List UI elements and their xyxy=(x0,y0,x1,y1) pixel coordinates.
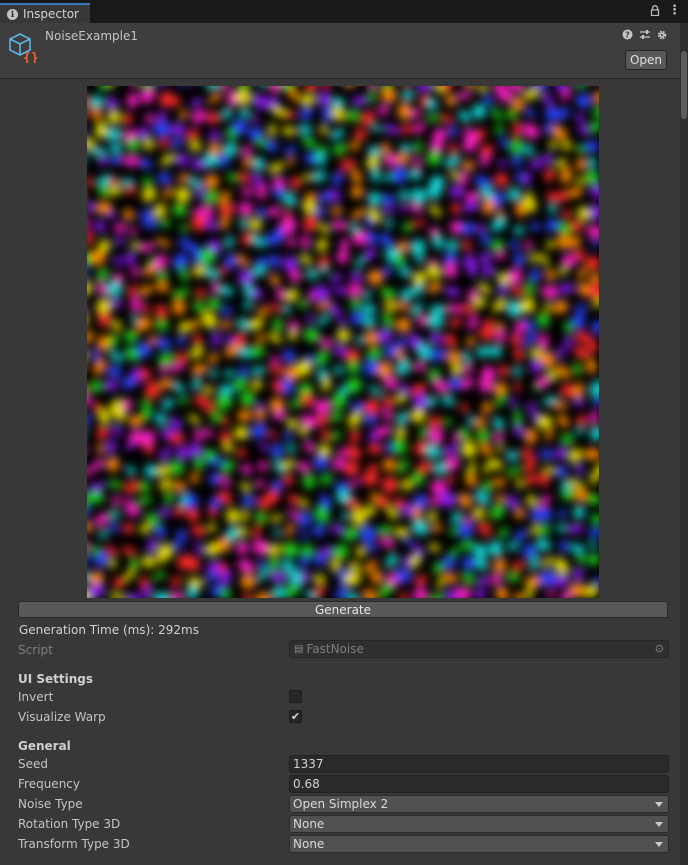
visualize-warp-label: Visualize Warp xyxy=(18,710,106,724)
tab-inspector[interactable]: i Inspector xyxy=(0,3,90,23)
script-asset-icon: {} xyxy=(9,33,39,63)
noise-blob xyxy=(479,376,493,393)
noise-blob xyxy=(538,334,549,350)
rotation-type-label: Rotation Type 3D xyxy=(18,817,121,831)
scrollbar[interactable] xyxy=(680,23,688,865)
dropdown-arrow-icon xyxy=(655,802,663,807)
noise-blob xyxy=(314,552,326,566)
noise-blob xyxy=(524,428,537,445)
tab-label: Inspector xyxy=(23,7,79,21)
info-icon: i xyxy=(7,8,18,20)
noise-blob xyxy=(88,381,104,392)
noise-blob xyxy=(558,283,575,294)
visualize-warp-checkbox[interactable]: ✔ xyxy=(289,710,302,723)
inspector-header: {} NoiseExample1 ? Open xyxy=(0,23,680,79)
asset-name: NoiseExample1 xyxy=(45,29,138,43)
transform-type-dropdown[interactable]: None xyxy=(289,835,669,853)
rotation-type-value: None xyxy=(293,817,325,831)
noise-type-value: Open Simplex 2 xyxy=(293,797,389,811)
ui-settings-header: UI Settings xyxy=(18,672,94,686)
noise-blob xyxy=(155,525,166,539)
noise-blob xyxy=(481,230,489,247)
svg-text:?: ? xyxy=(625,30,630,39)
frequency-field[interactable]: 0.68 xyxy=(289,775,669,793)
noise-type-dropdown[interactable]: Open Simplex 2 xyxy=(289,795,669,813)
noise-blob xyxy=(97,442,104,455)
script-value: FastNoise xyxy=(306,642,364,656)
noise-blob xyxy=(303,474,316,489)
noise-blob xyxy=(158,507,171,517)
seed-field[interactable]: 1337 xyxy=(289,755,669,773)
invert-checkbox[interactable] xyxy=(289,690,302,703)
noise-blob xyxy=(573,505,585,519)
noise-blob xyxy=(482,264,495,277)
noise-blob xyxy=(458,521,474,538)
open-button[interactable]: Open xyxy=(625,50,667,70)
seed-label: Seed xyxy=(18,757,48,771)
general-header: General xyxy=(18,739,71,753)
check-icon: ✔ xyxy=(290,710,301,723)
transform-type-label: Transform Type 3D xyxy=(18,837,130,851)
rotation-type-dropdown[interactable]: None xyxy=(289,815,669,833)
generate-button[interactable]: Generate xyxy=(18,601,668,618)
tab-bar: i Inspector ⋮ xyxy=(0,0,688,23)
transform-type-value: None xyxy=(293,837,325,851)
noise-blob xyxy=(168,461,184,475)
lock-icon[interactable] xyxy=(650,5,660,19)
noise-preview-image xyxy=(87,86,599,598)
object-picker-icon[interactable]: ⊙ xyxy=(655,642,664,655)
generation-time-text: Generation Time (ms): 292ms xyxy=(19,623,199,637)
header-icons: ? xyxy=(621,28,668,41)
script-file-icon: ▤ xyxy=(294,643,304,655)
noise-blob xyxy=(367,443,383,454)
svg-text:{}: {} xyxy=(23,51,39,63)
help-icon[interactable]: ? xyxy=(621,28,634,41)
preset-icon[interactable] xyxy=(638,28,651,41)
noise-type-label: Noise Type xyxy=(18,797,83,811)
invert-label: Invert xyxy=(18,690,54,704)
gear-icon[interactable] xyxy=(655,28,668,41)
script-object-field[interactable]: ▤ FastNoise ⊙ xyxy=(289,640,669,658)
dropdown-arrow-icon xyxy=(655,842,663,847)
scrollbar-thumb[interactable] xyxy=(681,51,687,119)
noise-blob xyxy=(239,201,253,217)
script-label: Script xyxy=(18,643,53,657)
frequency-label: Frequency xyxy=(18,777,80,791)
noise-blob xyxy=(449,185,464,198)
noise-blob xyxy=(264,234,282,246)
kebab-menu-icon[interactable]: ⋮ xyxy=(668,3,681,18)
dropdown-arrow-icon xyxy=(655,822,663,827)
